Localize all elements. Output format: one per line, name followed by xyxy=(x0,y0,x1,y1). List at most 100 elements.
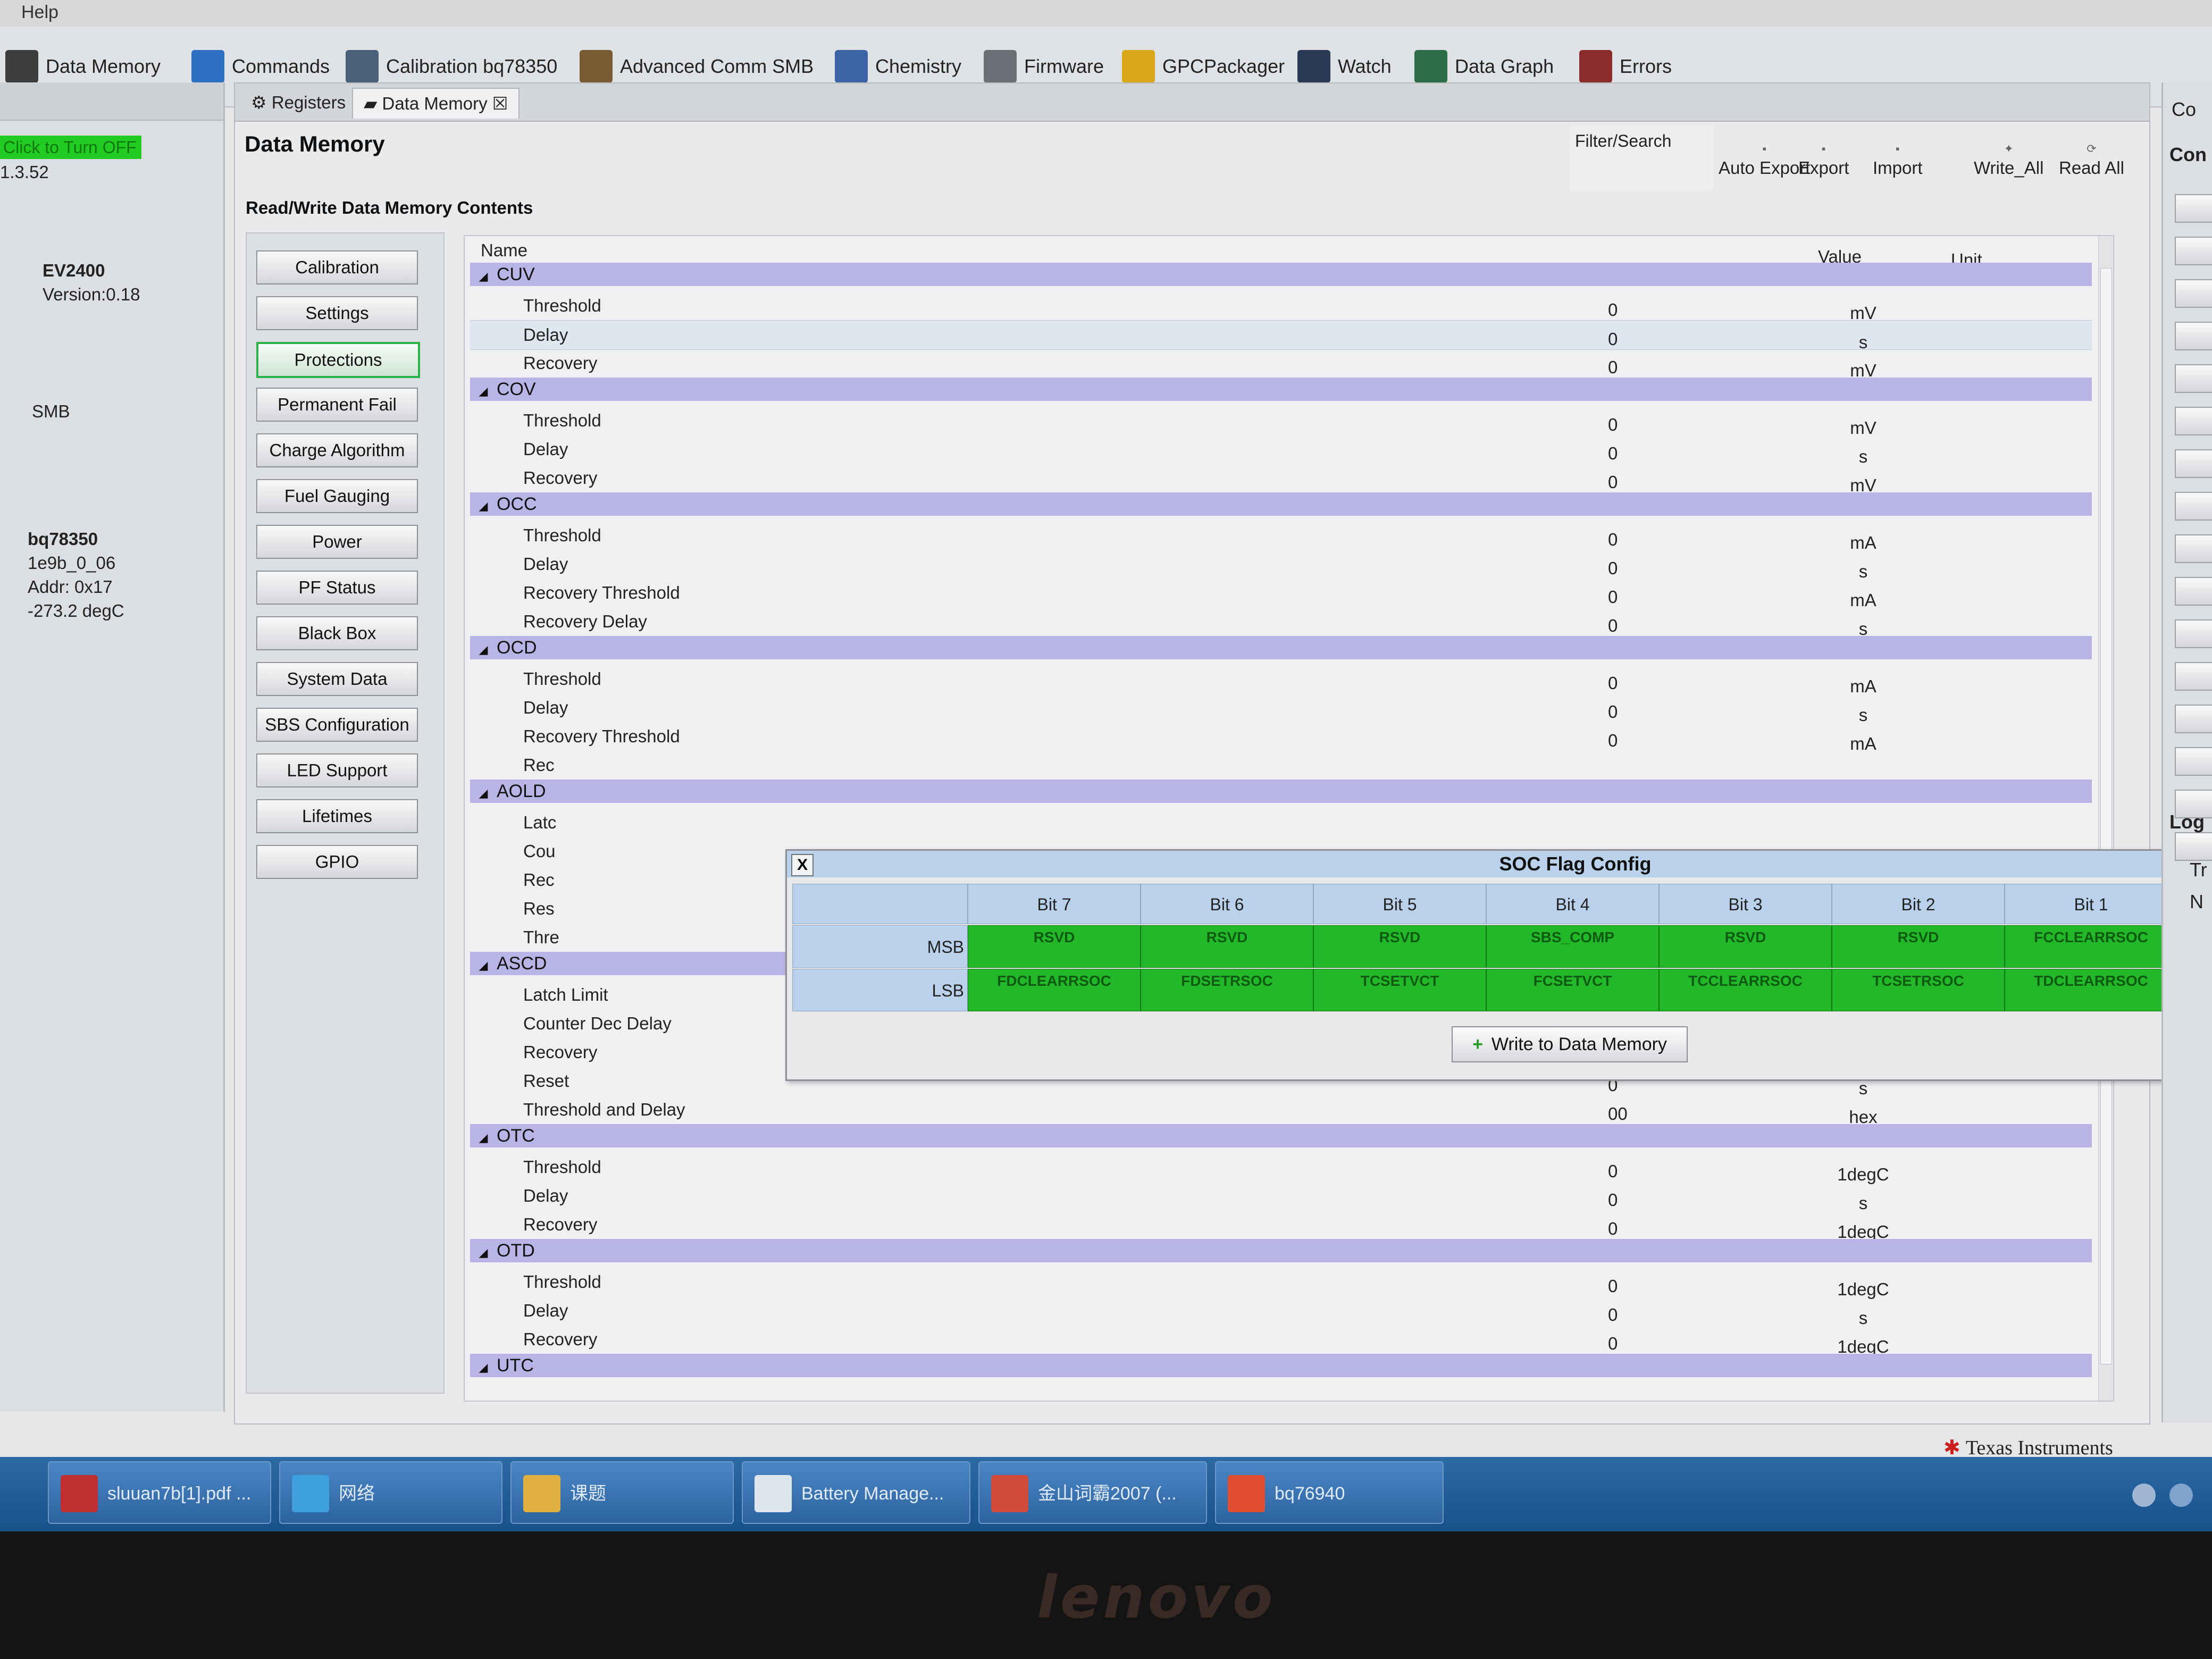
group-row-aold[interactable]: ◢ AOLD xyxy=(470,780,2092,803)
toolbar-data-graph[interactable]: Data Graph xyxy=(1414,48,1554,85)
group-row-ocd[interactable]: ◢ OCD xyxy=(470,636,2092,659)
category-button-settings[interactable]: Settings xyxy=(256,296,418,330)
lsb-flag-bit[interactable]: TCSETVCT xyxy=(1313,969,1486,1011)
category-button-protections[interactable]: Protections xyxy=(256,342,420,378)
table-row[interactable]: Threshold 0 1degC xyxy=(470,1153,2092,1184)
table-row[interactable]: Recovery 0 mV xyxy=(470,464,2092,495)
table-row[interactable]: Threshold 0 mA xyxy=(470,521,2092,552)
row-value[interactable]: 0 xyxy=(1608,1276,1618,1296)
filter-search-input[interactable]: Filter/Search xyxy=(1570,126,1713,190)
taskbar-folder[interactable]: 课题 xyxy=(510,1461,734,1524)
right-panel-button[interactable] xyxy=(2175,279,2212,308)
category-button-permanent-fail[interactable]: Permanent Fail xyxy=(256,388,418,422)
row-value[interactable]: 0 xyxy=(1608,702,1618,722)
table-row[interactable]: Recovery 0 1degC xyxy=(470,1210,2092,1242)
lsb-flag-bit[interactable]: FCSETVCT xyxy=(1486,969,1659,1011)
import-button[interactable]: ▪ Import xyxy=(1873,142,1923,178)
table-row[interactable]: Threshold and Delay 00 hex xyxy=(470,1095,2092,1127)
category-button-lifetimes[interactable]: Lifetimes xyxy=(256,799,418,833)
table-row[interactable]: Delay 0 s xyxy=(470,320,2092,352)
table-row[interactable]: Rec xyxy=(470,751,2092,780)
category-button-fuel-gauging[interactable]: Fuel Gauging xyxy=(256,479,418,513)
column-header-name[interactable]: Name xyxy=(481,240,527,261)
table-row[interactable]: Delay 0 s xyxy=(470,435,2092,466)
turn-off-button[interactable]: Click to Turn OFF xyxy=(0,136,141,159)
toolbar-errors[interactable]: Errors xyxy=(1579,48,1672,85)
right-panel-button[interactable] xyxy=(2175,492,2212,521)
toolbar-advanced-comm[interactable]: Advanced Comm SMB xyxy=(580,48,814,85)
taskbar-bq76940[interactable]: bq76940 xyxy=(1215,1461,1444,1524)
category-button-calibration[interactable]: Calibration xyxy=(256,250,418,284)
write-to-data-memory-button[interactable]: + Write to Data Memory xyxy=(1452,1026,1688,1062)
group-row-otd[interactable]: ◢ OTD xyxy=(470,1239,2092,1262)
row-value[interactable]: 0 xyxy=(1608,415,1618,435)
table-row[interactable]: Recovery Threshold 0 mA xyxy=(470,722,2092,753)
collapse-arrow-icon[interactable]: ◢ xyxy=(470,638,497,661)
right-panel-button[interactable] xyxy=(2175,662,2212,691)
lsb-flag-bit[interactable]: TCSETRSOC xyxy=(1832,969,2005,1011)
table-row[interactable]: Delay 0 s xyxy=(470,693,2092,725)
row-value[interactable]: 0 xyxy=(1608,731,1618,751)
toolbar-gpcpackager[interactable]: GPCPackager xyxy=(1122,48,1285,85)
row-value[interactable]: 0 xyxy=(1608,673,1618,693)
taskbar-dictionary[interactable]: 金山词霸2007 (... xyxy=(978,1461,1207,1524)
msb-flag-bit[interactable]: RSVD xyxy=(1313,925,1486,968)
row-value[interactable]: 0 xyxy=(1608,1161,1618,1182)
table-row[interactable]: Recovery Threshold 0 mA xyxy=(470,579,2092,610)
collapse-arrow-icon[interactable]: ◢ xyxy=(470,380,497,403)
collapse-arrow-icon[interactable]: ◢ xyxy=(470,954,497,977)
menu-help[interactable]: Help xyxy=(21,2,58,23)
table-row[interactable]: Threshold 0 1degC xyxy=(470,1268,2092,1299)
table-row[interactable]: Recovery Delay 0 s xyxy=(470,607,2092,639)
row-value[interactable]: 0 xyxy=(1608,300,1618,320)
right-panel-button[interactable] xyxy=(2175,619,2212,648)
toolbar-data-memory[interactable]: Data Memory xyxy=(5,48,161,85)
tab-data-memory[interactable]: ▰ Data Memory ☒ xyxy=(352,88,520,119)
export-button[interactable]: ▪ Export xyxy=(1798,142,1849,178)
right-panel-button[interactable] xyxy=(2175,194,2212,223)
dialog-close-button[interactable]: X xyxy=(791,854,814,876)
group-row-cov[interactable]: ◢ COV xyxy=(470,378,2092,401)
row-value[interactable]: 0 xyxy=(1608,472,1618,492)
category-button-pf-status[interactable]: PF Status xyxy=(256,571,418,605)
msb-flag-bit[interactable]: RSVD xyxy=(968,925,1141,968)
group-row-occ[interactable]: ◢ OCC xyxy=(470,492,2092,516)
group-row-cuv[interactable]: ◢ CUV xyxy=(470,263,2092,286)
category-button-gpio[interactable]: GPIO xyxy=(256,845,418,879)
toolbar-chemistry[interactable]: Chemistry xyxy=(835,48,961,85)
toolbar-watch[interactable]: Watch xyxy=(1297,48,1392,85)
row-value[interactable]: 0 xyxy=(1608,558,1618,579)
category-button-charge-algorithm[interactable]: Charge Algorithm xyxy=(256,433,418,467)
auto-export-button[interactable]: ▪ Auto Export xyxy=(1719,142,1810,178)
table-row[interactable]: Delay 0 s xyxy=(470,1296,2092,1328)
lsb-flag-bit[interactable]: TCCLEARRSOC xyxy=(1659,969,1832,1011)
right-panel-button[interactable] xyxy=(2175,832,2212,861)
right-panel-tab[interactable]: Co xyxy=(2172,98,2196,121)
table-row[interactable]: Recovery 0 1degC xyxy=(470,1325,2092,1356)
table-row[interactable]: Delay 0 s xyxy=(470,550,2092,581)
lsb-flag-bit[interactable]: FDCLEARRSOC xyxy=(968,969,1141,1011)
write-all-button[interactable]: ✦ Write_All xyxy=(1974,142,2043,178)
collapse-arrow-icon[interactable]: ◢ xyxy=(470,782,497,805)
group-row-utc[interactable]: ◢ UTC xyxy=(470,1354,2092,1377)
msb-flag-bit[interactable]: FCCLEARRSOC xyxy=(2005,925,2177,968)
row-value[interactable]: 0 xyxy=(1608,587,1618,607)
category-button-sbs-configuration[interactable]: SBS Configuration xyxy=(256,708,418,742)
category-button-black-box[interactable]: Black Box xyxy=(256,616,418,650)
tab-registers[interactable]: ⚙ Registers xyxy=(240,88,356,118)
collapse-arrow-icon[interactable]: ◢ xyxy=(470,495,497,518)
msb-flag-bit[interactable]: RSVD xyxy=(1659,925,1832,968)
taskbar-network[interactable]: 网络 xyxy=(279,1461,502,1524)
right-panel-button[interactable] xyxy=(2175,322,2212,350)
lsb-flag-bit[interactable]: FDSETRSOC xyxy=(1141,969,1313,1011)
table-row[interactable]: Latc xyxy=(470,808,2092,837)
taskbar-battery-management[interactable]: Battery Manage... xyxy=(742,1461,970,1524)
collapse-arrow-icon[interactable]: ◢ xyxy=(470,1126,497,1150)
right-panel-button[interactable] xyxy=(2175,449,2212,478)
toolbar-calibration[interactable]: Calibration bq78350 xyxy=(346,48,557,85)
tray-network-icon[interactable] xyxy=(2132,1484,2156,1507)
msb-flag-bit[interactable]: RSVD xyxy=(1832,925,2005,968)
tray-help-icon[interactable] xyxy=(2169,1484,2193,1507)
close-tab-icon[interactable]: ☒ xyxy=(492,94,508,113)
row-value[interactable]: 0 xyxy=(1608,443,1618,464)
